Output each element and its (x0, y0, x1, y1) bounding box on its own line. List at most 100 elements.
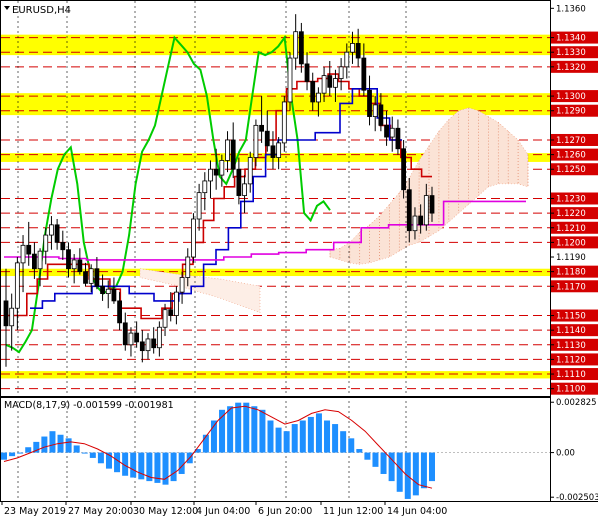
candle[interactable] (139, 341, 145, 352)
candle[interactable] (304, 63, 310, 82)
candle[interactable] (355, 43, 361, 59)
candle[interactable] (298, 31, 304, 65)
macd-bar[interactable] (81, 452, 88, 454)
candle[interactable] (236, 168, 242, 196)
macd-bar[interactable] (114, 452, 121, 473)
candle[interactable] (270, 145, 276, 158)
macd-bar[interactable] (307, 416, 314, 453)
candle[interactable] (208, 168, 213, 182)
candle[interactable] (389, 127, 395, 138)
macd-bar[interactable] (227, 406, 234, 453)
candle[interactable] (423, 195, 429, 226)
macd-bar[interactable] (243, 402, 250, 453)
candle[interactable] (344, 51, 350, 68)
candle[interactable] (26, 244, 32, 255)
candle[interactable] (168, 309, 174, 316)
candle[interactable] (333, 78, 338, 88)
macd-bar[interactable] (49, 431, 56, 453)
candle[interactable] (276, 142, 282, 158)
candle[interactable] (145, 338, 151, 352)
macd-bar[interactable] (283, 431, 290, 453)
candle[interactable] (242, 183, 247, 196)
macd-bar[interactable] (420, 452, 427, 489)
candle[interactable] (173, 291, 179, 316)
macd-bar[interactable] (89, 452, 96, 458)
candle[interactable] (60, 241, 66, 251)
candle[interactable] (310, 81, 316, 103)
candle[interactable] (14, 262, 20, 309)
candle[interactable] (338, 66, 344, 79)
macd-bar[interactable] (65, 438, 72, 453)
macd-bar[interactable] (315, 413, 322, 453)
candle[interactable] (32, 253, 37, 270)
candle[interactable] (202, 180, 208, 194)
candle[interactable] (253, 124, 259, 158)
candle[interactable] (406, 189, 412, 232)
candle[interactable] (49, 224, 54, 236)
candle[interactable] (361, 57, 367, 91)
macd-bar[interactable] (340, 431, 347, 453)
candle[interactable] (264, 130, 270, 147)
macd-bar[interactable] (429, 452, 435, 482)
macd-bar[interactable] (299, 420, 306, 453)
candle[interactable] (191, 218, 196, 258)
candle[interactable] (327, 75, 333, 88)
macd-bar[interactable] (396, 452, 403, 492)
macd-bar[interactable] (130, 452, 137, 478)
macd-bar[interactable] (251, 406, 258, 453)
macd-bar[interactable] (170, 452, 177, 482)
candle[interactable] (179, 277, 185, 293)
macd-bar[interactable] (17, 452, 24, 454)
candle[interactable] (367, 89, 372, 117)
candle[interactable] (219, 160, 225, 176)
candle[interactable] (395, 127, 401, 150)
candle[interactable] (3, 300, 9, 327)
macd-bar[interactable] (372, 452, 379, 467)
candle[interactable] (43, 234, 49, 252)
candle[interactable] (88, 268, 94, 284)
macd-bar[interactable] (97, 452, 104, 464)
macd-bar[interactable] (162, 452, 169, 485)
candle[interactable] (151, 338, 157, 349)
macd-bar[interactable] (275, 427, 282, 453)
macd-bar[interactable] (291, 424, 298, 453)
candle[interactable] (401, 148, 407, 191)
macd-bar[interactable] (9, 452, 16, 457)
candle[interactable] (287, 57, 293, 103)
candle[interactable] (225, 139, 230, 161)
candle[interactable] (315, 92, 321, 103)
macd-bar[interactable] (235, 402, 242, 453)
candle[interactable] (71, 259, 77, 270)
macd-bar[interactable] (356, 449, 363, 453)
macd-bar[interactable] (324, 420, 331, 453)
candle[interactable] (54, 224, 60, 243)
candle[interactable] (293, 31, 299, 59)
candle[interactable] (418, 215, 424, 226)
macd-bar[interactable] (202, 434, 209, 453)
macd-bar[interactable] (73, 445, 80, 453)
candle[interactable] (100, 285, 105, 294)
candle[interactable] (9, 307, 15, 327)
candle[interactable] (94, 268, 100, 287)
candle[interactable] (429, 195, 435, 214)
candle[interactable] (162, 309, 168, 328)
macd-bar[interactable] (332, 424, 339, 453)
macd-bar[interactable] (412, 452, 419, 496)
candle[interactable] (77, 259, 83, 273)
candle[interactable] (372, 104, 378, 117)
macd-bar[interactable] (178, 452, 185, 474)
candle[interactable] (111, 288, 117, 302)
candle[interactable] (350, 43, 355, 53)
macd-bar[interactable] (364, 452, 371, 460)
macd-bar[interactable] (267, 420, 274, 453)
candle[interactable] (128, 332, 134, 346)
macd-bar[interactable] (138, 452, 145, 480)
candle[interactable] (156, 326, 162, 349)
candle[interactable] (196, 192, 202, 220)
candle[interactable] (117, 300, 122, 324)
candle[interactable] (321, 75, 327, 94)
candle[interactable] (247, 157, 253, 185)
candle[interactable] (83, 271, 88, 284)
macd-bar[interactable] (41, 436, 48, 453)
macd-bar[interactable] (1, 452, 7, 460)
